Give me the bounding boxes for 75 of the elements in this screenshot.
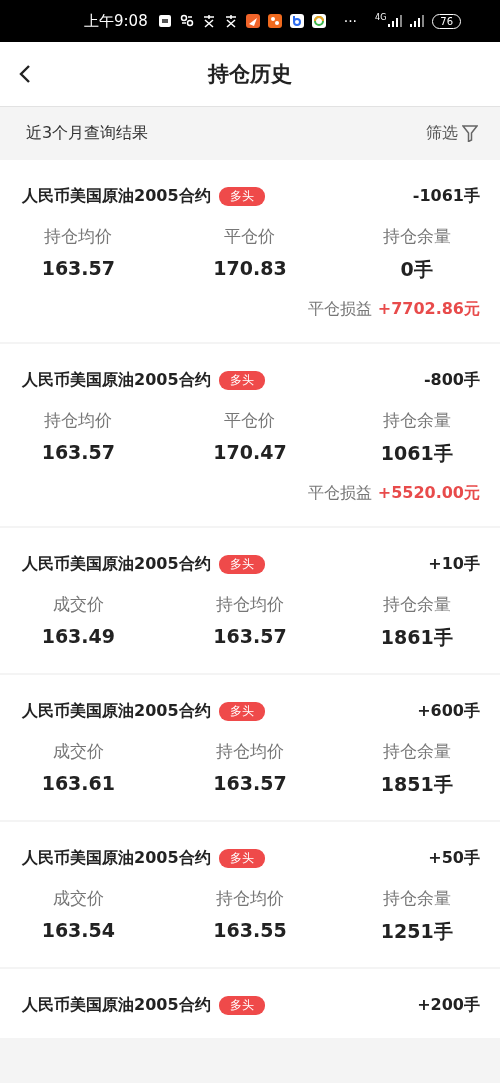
position-card[interactable]: 人民币美国原油2005合约 多头 -800手 持仓均价 163.57 平仓价 170.47 持仓余量 1061手 平仓损益 +5520.00元 [0,344,500,526]
app-icon [245,14,260,28]
field-label: 持仓余量 [382,225,451,248]
app-icon [311,14,326,28]
app-glyph-icon [179,14,194,28]
profit-label: 平仓损益 [307,483,372,504]
field-value: 163.57 [213,625,287,647]
contract-name: 人民币美国原油2005合约 [22,554,211,575]
filter-button[interactable]: 筛选 [426,123,478,144]
field-value: 1861手 [380,625,453,650]
quantity: +50手 [428,848,480,869]
field-label: 持仓余量 [382,409,451,432]
quantity: +600手 [417,701,480,722]
quantity: -800手 [423,370,480,391]
field-label: 持仓均价 [216,593,284,616]
position-card[interactable]: 人民币美国原油2005合约 多头 +10手 成交价 163.49 持仓均价 163.57 持仓余量 1861手 [0,528,500,673]
field-value: 163.57 [213,772,287,794]
back-icon[interactable] [18,64,32,84]
field-value: 163.57 [41,441,115,463]
app-icon [289,14,304,28]
field-label: 平仓价 [224,225,276,248]
more-notifications: ··· [343,13,358,29]
field-value: 1851手 [380,772,453,797]
profit-value: +7702.86元 [377,299,480,320]
direction-tag: 多头 [218,849,265,868]
app-icon [267,14,282,28]
field-value: 1061手 [380,441,453,466]
status-time: 上午9:08 [84,11,148,31]
field-label: 持仓均价 [44,225,113,248]
position-card[interactable]: 人民币美国原油2005合约 多头 +50手 成交价 163.54 持仓均价 163.55 持仓余量 1251手 [0,822,500,967]
field-value: 163.54 [41,919,115,941]
contract-name: 人民币美国原油2005合约 [22,995,211,1016]
quantity: -1061手 [412,186,480,207]
field-label: 平仓价 [224,409,276,432]
direction-tag: 多头 [218,371,265,390]
app-glyph-icon [201,14,216,28]
field-value: 163.57 [41,257,115,279]
quantity: +200手 [417,995,480,1016]
contract-name: 人民币美国原油2005合约 [22,701,211,722]
signal-icon [388,15,403,27]
contract-name: 人民币美国原油2005合约 [22,370,211,391]
field-label: 成交价 [52,593,104,616]
field-value: 163.49 [41,625,115,647]
contract-name: 人民币美国原油2005合约 [22,848,211,869]
profit-value: +5520.00元 [377,483,480,504]
field-label: 成交价 [52,740,104,763]
field-label: 持仓均价 [216,887,284,910]
field-value: 163.55 [213,919,287,941]
position-card[interactable]: 人民币美国原油2005合约 多头 +200手 [0,969,500,1038]
position-card[interactable]: 人民币美国原油2005合约 多头 +600手 成交价 163.61 持仓均价 163.57 持仓余量 1851手 [0,675,500,820]
field-value: 0手 [400,257,433,282]
direction-tag: 多头 [218,996,265,1015]
field-label: 持仓均价 [216,740,284,763]
filter-icon [462,125,478,142]
direction-tag: 多头 [218,702,265,721]
position-card[interactable]: 人民币美国原油2005合约 多头 -1061手 持仓均价 163.57 平仓价 170.83 持仓余量 0手 平仓损益 +7702.86元 [0,160,500,342]
contract-name: 人民币美国原油2005合约 [22,186,211,207]
signal-icon [410,15,425,27]
field-label: 成交价 [52,887,104,910]
result-summary: 近3个月查询结果 [26,123,149,144]
quantity: +10手 [428,554,480,575]
field-label: 持仓余量 [382,887,451,910]
field-label: 持仓余量 [382,593,451,616]
field-value: 170.47 [213,441,287,463]
direction-tag: 多头 [218,555,265,574]
field-label: 持仓余量 [382,740,451,763]
network-type: 4G [375,13,387,22]
profit-label: 平仓损益 [307,299,372,320]
direction-tag: 多头 [218,187,265,206]
page-title: 持仓历史 [208,61,292,88]
field-value: 1251手 [380,919,453,944]
field-label: 持仓均价 [44,409,113,432]
app-glyph-icon [223,14,238,28]
field-value: 170.83 [213,257,287,279]
field-value: 163.61 [41,772,115,794]
